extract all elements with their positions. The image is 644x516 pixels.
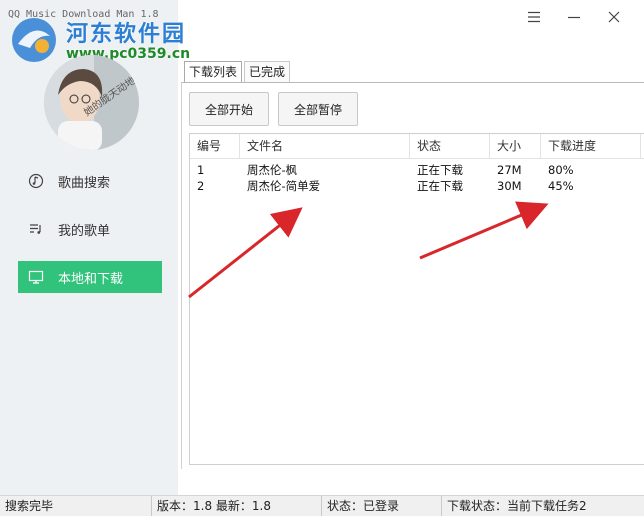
tab-completed[interactable]: 已完成 [244,61,291,82]
table-row[interactable]: 1 周杰伦-枫 正在下载 27M 80% [190,162,644,178]
cell-progress: 45% [548,179,574,193]
monitor-icon [26,267,46,287]
close-icon [608,11,620,23]
sidebar-item-label: 本地和下载 [58,271,124,287]
watermark-logo-icon [12,18,56,62]
cell-size: 30M [497,179,522,193]
status-version: 版本：1.8 最新：1.8 [152,496,322,516]
table-row[interactable]: 2 周杰伦-简单爱 正在下载 30M 45% [190,178,644,194]
column-header-filename[interactable]: 文件名 [240,134,410,158]
window-controls [514,6,634,28]
cell-status: 正在下载 [417,163,463,177]
close-button[interactable] [594,6,634,28]
watermark-title: 河东软件园 [66,22,187,47]
playlist-icon [26,219,46,239]
cell-progress: 80% [548,163,574,177]
music-note-circle-icon [26,171,46,191]
status-message: 搜索完毕 [0,496,152,516]
tab-download-list[interactable]: 下载列表 [184,61,243,82]
pause-all-button[interactable]: 全部暂停 [278,92,358,126]
column-header-status[interactable]: 状态 [410,134,490,158]
sidebar-item-my-playlist[interactable]: 我的歌单 [18,213,162,245]
table-header: 编号 文件名 状态 大小 下载进度 [190,134,644,159]
status-login: 状态：已登录 [322,496,442,516]
sidebar-item-local-download[interactable]: 本地和下载 [18,261,162,293]
minimize-button[interactable] [554,6,594,28]
tab-bar: 下载列表 已完成 [184,61,292,82]
cell-filename: 周杰伦-简单爱 [247,179,321,193]
start-all-button[interactable]: 全部开始 [189,92,269,126]
cell-filename: 周杰伦-枫 [247,163,298,177]
column-header-progress[interactable]: 下载进度 [541,134,641,158]
sidebar-item-label: 我的歌单 [58,223,111,239]
column-header-number[interactable]: 编号 [190,134,240,158]
sidebar-item-song-search[interactable]: 歌曲搜索 [18,165,162,197]
cell-number: 2 [197,179,205,193]
hamburger-icon [528,11,540,23]
sidebar-item-label: 歌曲搜索 [58,175,111,191]
minimize-icon [568,16,580,19]
status-download: 下载状态：当前下载任务2 [447,499,587,513]
download-table[interactable]: 编号 文件名 状态 大小 下载进度 1 周杰伦-枫 正在下载 27M 80% 2… [189,133,644,465]
avatar[interactable]: 她的胧天动地 [44,55,139,150]
status-bar: 搜索完毕 版本：1.8 最新：1.8 状态：已登录 下载状态：当前下载任务2 [0,495,644,516]
cell-status: 正在下载 [417,179,463,193]
cell-size: 27M [497,163,522,177]
column-header-size[interactable]: 大小 [490,134,541,158]
menu-button[interactable] [514,6,554,28]
cell-number: 1 [197,163,205,177]
